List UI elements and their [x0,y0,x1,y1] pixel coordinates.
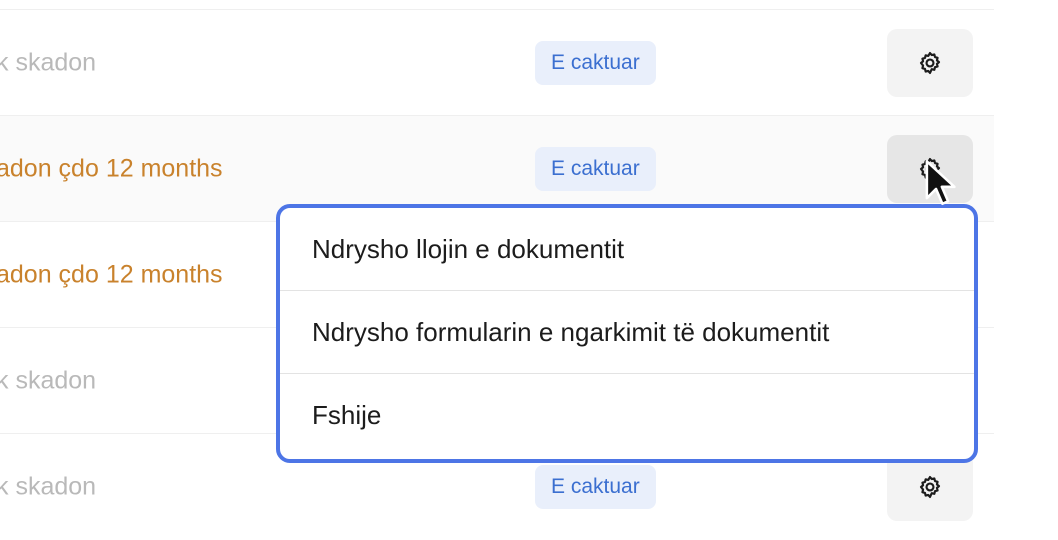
table-row-edge [0,0,994,10]
row-settings-button[interactable] [887,28,973,97]
menu-item-change-document-type[interactable]: Ndrysho llojin e dokumentit [280,208,974,291]
status-badge: E caktuar [535,146,656,191]
menu-item-change-upload-form[interactable]: Ndrysho formularin e ngarkimit të dokume… [280,291,974,374]
gear-icon [919,475,941,499]
row-settings-button[interactable] [887,453,973,521]
status-badge: E caktuar [535,465,656,509]
row-actions-menu: Ndrysho llojin e dokumentit Ndrysho form… [276,204,978,463]
expiry-status: adon çdo 12 months [0,260,223,288]
status-badge: E caktuar [535,40,656,85]
expiry-status: k skadon [0,48,97,76]
expiry-status: k skadon [0,472,97,501]
cursor-arrow-icon [925,160,956,206]
expiry-status: adon çdo 12 months [0,154,223,182]
page-margin [994,0,1058,520]
menu-item-delete[interactable]: Fshije [280,374,974,457]
gear-icon [919,51,941,74]
expiry-status: k skadon [0,366,97,394]
table-row: k skadon E caktuar [0,10,994,116]
